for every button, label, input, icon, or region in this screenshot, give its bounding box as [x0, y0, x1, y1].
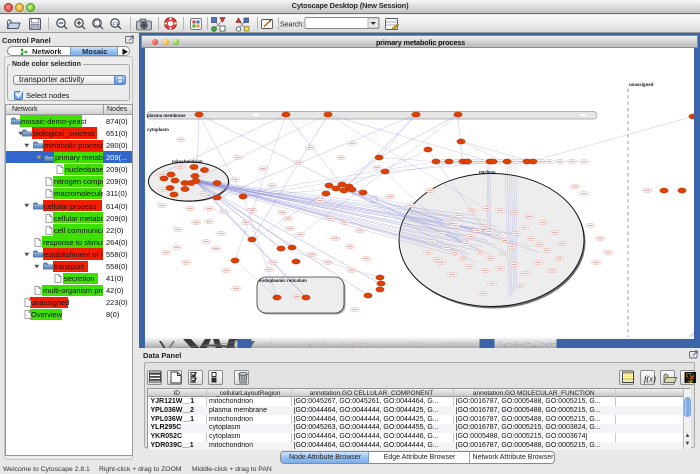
svg-text:mitochondrion: mitochondrion: [172, 159, 203, 164]
svg-text:Search:: Search:: [280, 22, 304, 29]
svg-text:endoplasmic reticulum: endoplasmic reticulum: [259, 277, 307, 282]
svg-text:f(x): f(x): [644, 374, 656, 384]
svg-text:cytoplasm: cytoplasm: [147, 127, 169, 132]
svg-text:1:1: 1:1: [112, 21, 119, 26]
svg-text:nucleus: nucleus: [479, 169, 496, 174]
svg-text:unassigned: unassigned: [629, 82, 654, 87]
svg-text:plasma membrane: plasma membrane: [147, 112, 186, 117]
